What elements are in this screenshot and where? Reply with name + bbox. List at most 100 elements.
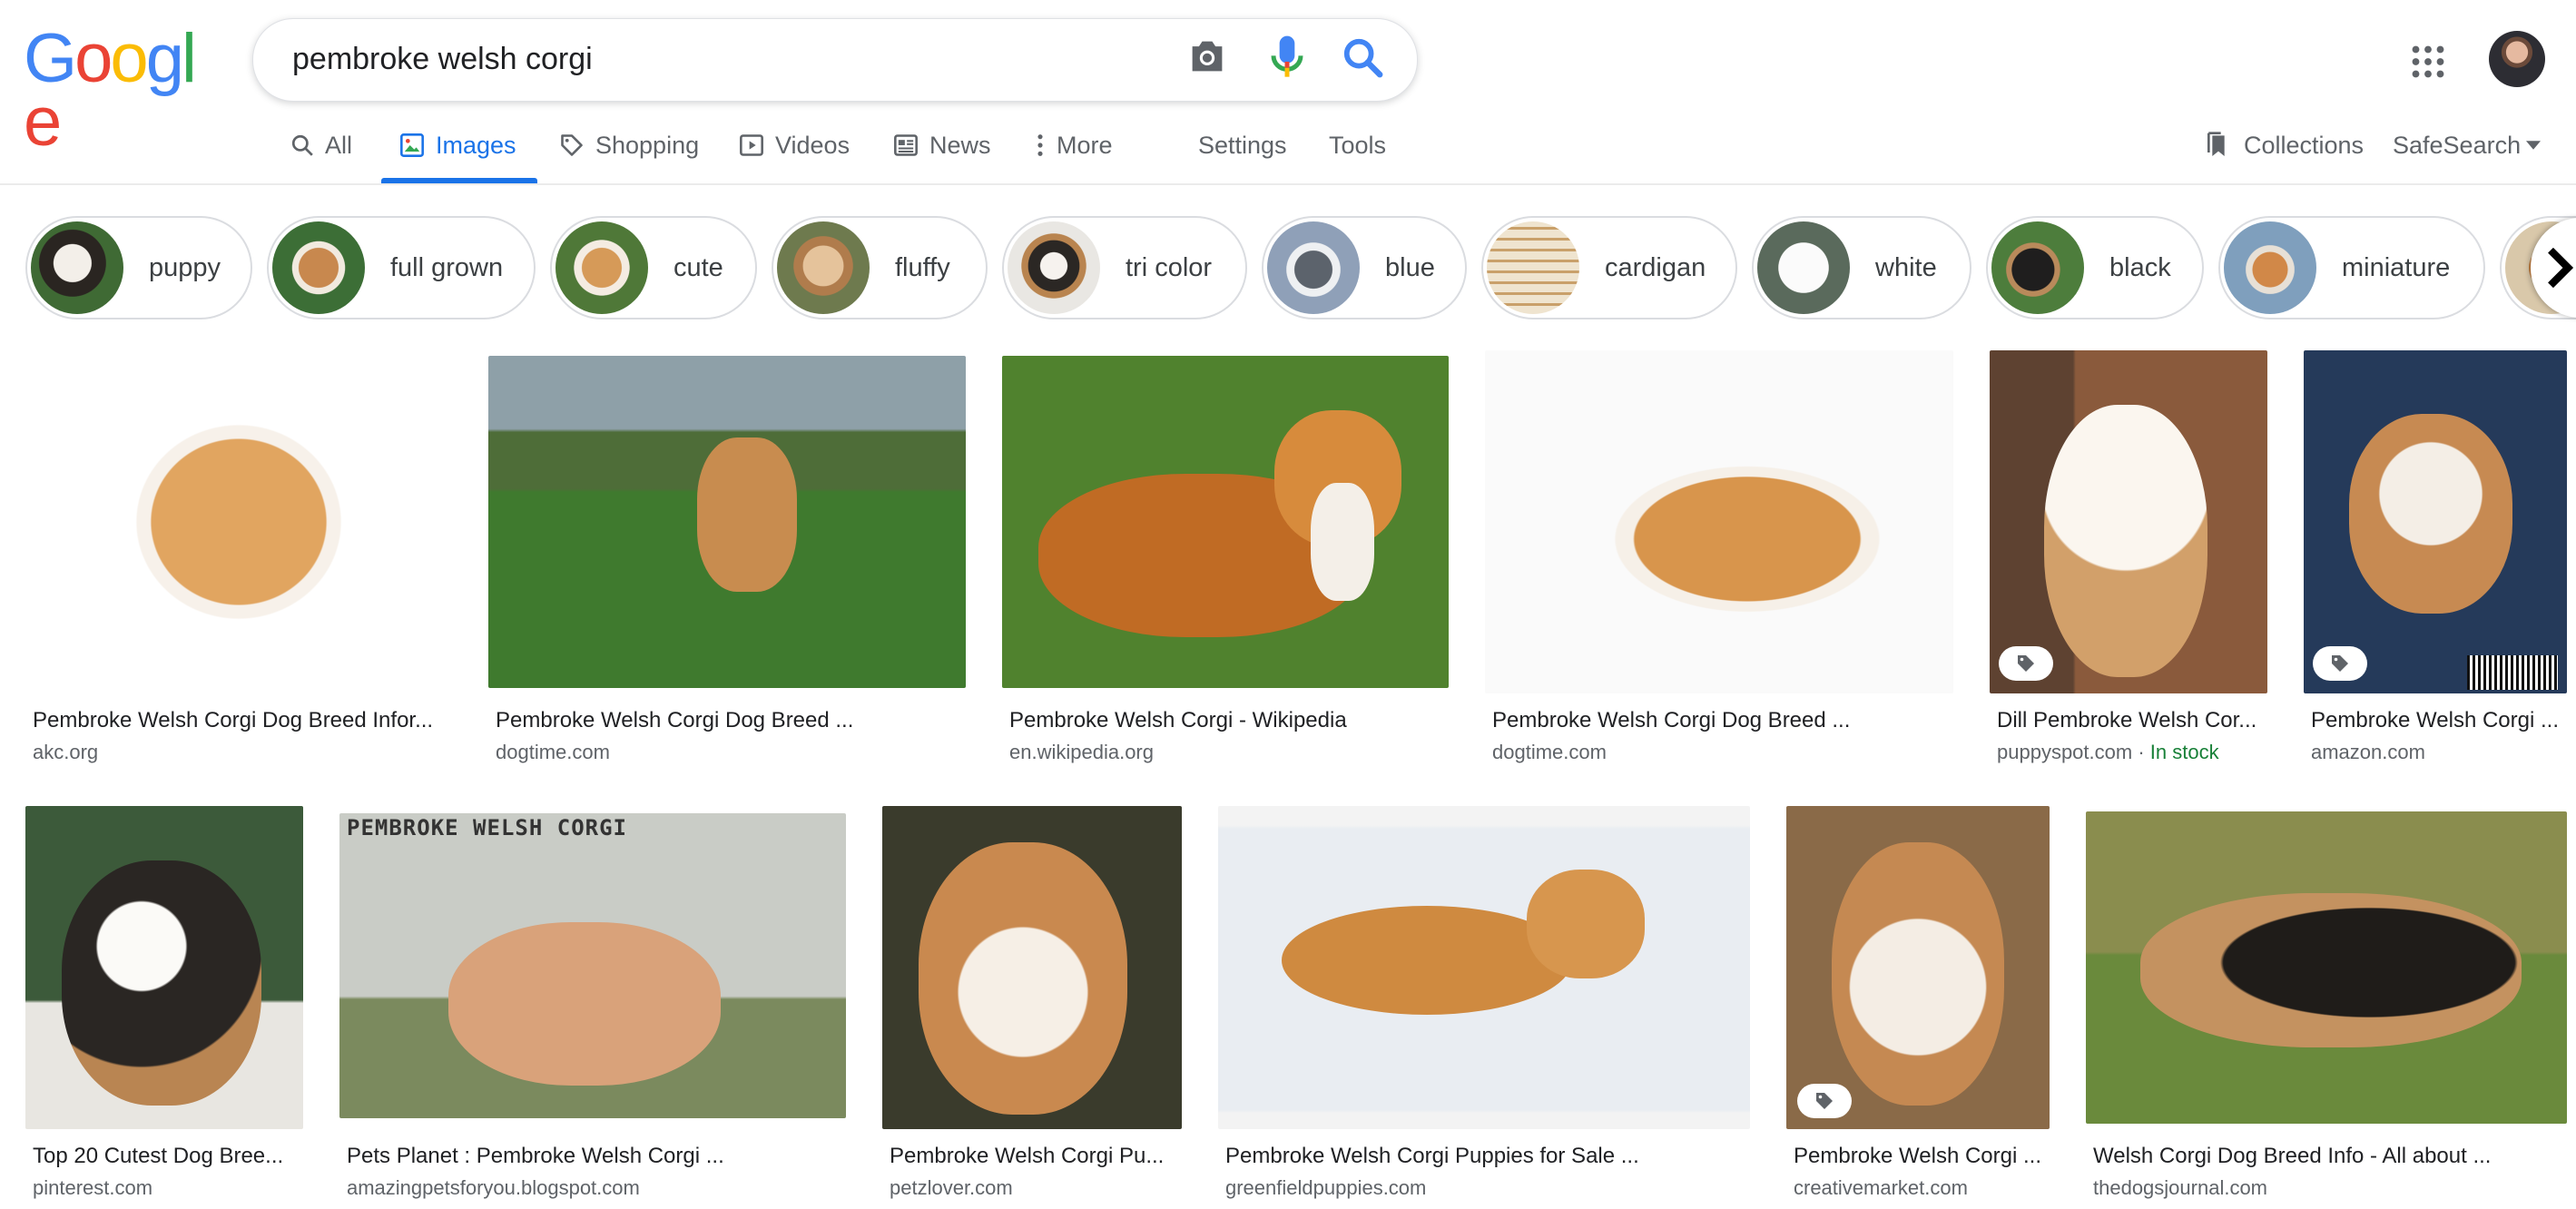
tab-settings[interactable]: Settings xyxy=(1198,127,1287,163)
result-source: en.wikipedia.org xyxy=(1009,741,1154,763)
chip-label: black xyxy=(2109,252,2171,282)
tab-more[interactable]: More xyxy=(1035,127,1113,163)
result-image[interactable] xyxy=(488,356,966,688)
tag-icon xyxy=(561,134,583,156)
product-tag-badge xyxy=(1999,646,2053,681)
news-icon xyxy=(894,134,918,156)
result-source: amazon.com xyxy=(2311,741,2425,763)
chip-thumbnail xyxy=(1991,221,2084,314)
chip-tri-color[interactable]: tri color xyxy=(1002,216,1247,319)
chip-thumbnail xyxy=(1267,221,1360,314)
result-title[interactable]: Pets Planet : Pembroke Welsh Corgi ... xyxy=(347,1144,837,1169)
result-title[interactable]: Welsh Corgi Dog Breed Info - All about .… xyxy=(2093,1144,2561,1169)
tag-icon xyxy=(2018,655,2034,672)
search-input[interactable]: pembroke welsh corgi xyxy=(292,40,593,78)
chip-thumbnail xyxy=(556,221,648,314)
chip-label: cardigan xyxy=(1605,252,1706,282)
tab-news[interactable]: News xyxy=(893,127,991,163)
result-title[interactable]: Pembroke Welsh Corgi Dog Breed ... xyxy=(496,708,959,733)
result-source: dogtime.com xyxy=(496,741,610,763)
result-image[interactable] xyxy=(1002,356,1449,688)
chip-puppy[interactable]: puppy xyxy=(25,216,252,319)
camera-icon[interactable] xyxy=(1187,38,1227,74)
chip-blue[interactable]: blue xyxy=(1262,216,1467,319)
result-source: creativemarket.com xyxy=(1794,1176,1968,1199)
result-title[interactable]: Pembroke Welsh Corgi ... xyxy=(1794,1144,2046,1169)
tab-images[interactable]: Images xyxy=(399,127,516,163)
tab-label: Videos xyxy=(775,131,850,159)
result-image[interactable] xyxy=(1990,350,2267,693)
result-image[interactable] xyxy=(2086,811,2567,1124)
result-image[interactable] xyxy=(1485,350,1953,693)
google-logo[interactable]: Google xyxy=(24,25,197,157)
result-title[interactable]: Pembroke Welsh Corgi Dog Breed Infor... xyxy=(33,708,450,733)
tag-icon xyxy=(1816,1093,1833,1109)
result-source: puppyspot.com · In stock xyxy=(1997,741,2219,764)
result-source: akc.org xyxy=(33,741,99,763)
result-title[interactable]: Dill Pembroke Welsh Cor... xyxy=(1997,708,2260,733)
result-source-domain: puppyspot.com xyxy=(1997,741,2133,763)
result-image[interactable] xyxy=(25,350,452,693)
tab-label: Images xyxy=(436,131,516,159)
caret-down-icon xyxy=(2526,141,2542,150)
chip-thumbnail xyxy=(272,221,365,314)
chip-label: blue xyxy=(1385,252,1435,282)
search-icon[interactable] xyxy=(1342,36,1383,78)
chevron-right-icon xyxy=(2548,248,2574,288)
result-image[interactable] xyxy=(25,806,303,1129)
collections-label: Collections xyxy=(2244,131,2365,159)
chip-cute[interactable]: cute xyxy=(550,216,757,319)
result-image[interactable] xyxy=(2304,350,2567,693)
chip-thumbnail xyxy=(777,221,870,314)
result-title[interactable]: Pembroke Welsh Corgi - Wikipedia xyxy=(1009,708,1445,733)
tab-label: All xyxy=(325,131,353,159)
tab-label: Settings xyxy=(1198,131,1287,159)
chip-thumbnail xyxy=(1008,221,1100,314)
result-title[interactable]: Pembroke Welsh Corgi Puppies for Sale ..… xyxy=(1225,1144,1743,1169)
chip-fluffy[interactable]: fluffy xyxy=(772,216,988,319)
chip-label: full grown xyxy=(390,252,504,282)
tab-shopping[interactable]: Shopping xyxy=(559,127,699,163)
tab-label: Tools xyxy=(1329,131,1387,159)
chip-label: fluffy xyxy=(895,252,950,282)
result-title[interactable]: Pembroke Welsh Corgi Pu... xyxy=(890,1144,1176,1169)
chip-thumbnail xyxy=(2224,221,2316,314)
result-source: dogtime.com xyxy=(1492,741,1607,763)
result-image[interactable] xyxy=(1786,806,2050,1129)
product-tag-badge xyxy=(1797,1084,1852,1118)
tab-label: More xyxy=(1057,131,1113,159)
safesearch-dropdown[interactable]: SafeSearch xyxy=(2393,127,2542,163)
chip-label: cute xyxy=(673,252,723,282)
result-source: petzlover.com xyxy=(890,1176,1013,1199)
image-icon xyxy=(400,133,424,157)
result-title[interactable]: Pembroke Welsh Corgi Dog Breed ... xyxy=(1492,708,1946,733)
chip-full-grown[interactable]: full grown xyxy=(267,216,536,319)
result-source: greenfieldpuppies.com xyxy=(1225,1176,1427,1199)
chip-miniature[interactable]: miniature xyxy=(2218,216,2485,319)
chip-white[interactable]: white xyxy=(1752,216,1971,319)
result-image[interactable]: PEMBROKE WELSH CORGI xyxy=(339,813,846,1118)
apps-grid-icon[interactable] xyxy=(2412,45,2444,78)
search-icon xyxy=(291,134,313,156)
chip-cardigan[interactable]: cardigan xyxy=(1481,216,1737,319)
bookmark-icon xyxy=(2207,132,2225,156)
collections-button[interactable]: Collections xyxy=(2204,127,2364,163)
result-image[interactable] xyxy=(1218,806,1750,1129)
chip-thumbnail xyxy=(1487,221,1579,314)
result-title[interactable]: Pembroke Welsh Corgi ... xyxy=(2311,708,2563,733)
stock-status: In stock xyxy=(2149,741,2219,763)
chip-label: white xyxy=(1875,252,1937,282)
chip-black[interactable]: black xyxy=(1986,216,2204,319)
chip-label: puppy xyxy=(149,252,221,282)
tab-tools[interactable]: Tools xyxy=(1329,127,1386,163)
account-avatar[interactable] xyxy=(2489,31,2545,87)
tab-all[interactable]: All xyxy=(290,127,352,163)
header-divider xyxy=(0,183,2576,185)
chip-thumbnail xyxy=(1757,221,1850,314)
play-icon xyxy=(740,134,763,156)
result-title[interactable]: Top 20 Cutest Dog Bree... xyxy=(33,1144,300,1169)
chip-label: miniature xyxy=(2342,252,2451,282)
mic-icon[interactable] xyxy=(1269,34,1305,80)
result-image[interactable] xyxy=(882,806,1182,1129)
tab-videos[interactable]: Videos xyxy=(739,127,850,163)
